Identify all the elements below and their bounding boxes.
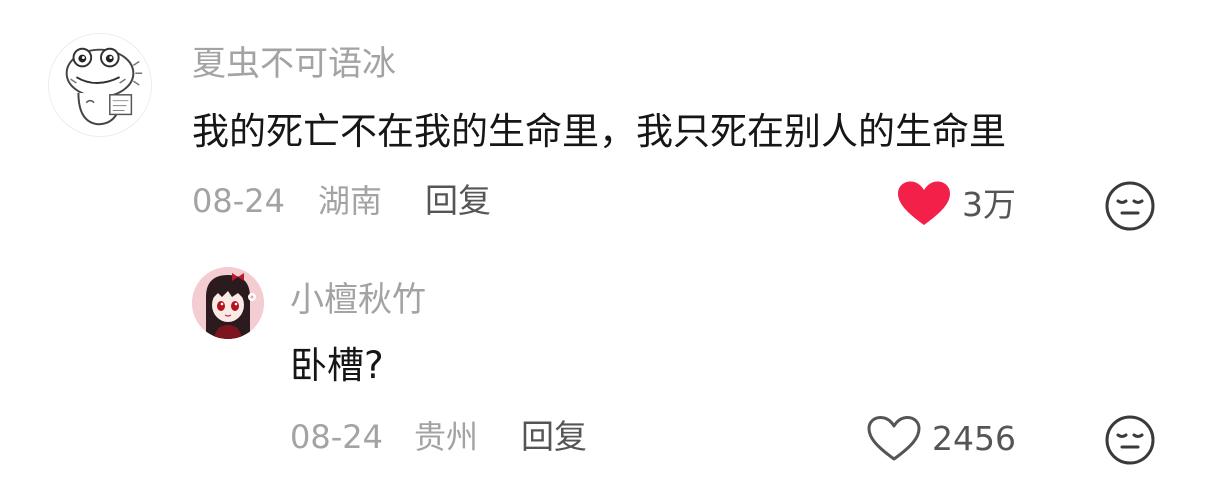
meh-face-icon <box>1105 415 1155 465</box>
avatar[interactable] <box>48 33 152 137</box>
dislike-button[interactable] <box>1104 414 1156 466</box>
username[interactable]: 小檀秋竹 <box>290 280 426 320</box>
reply-button[interactable]: 回复 <box>425 182 491 220</box>
like-button[interactable] <box>896 180 952 228</box>
username[interactable]: 夏虫不可语冰 <box>192 44 396 84</box>
meh-face-icon <box>1105 181 1155 231</box>
comment-text: 我的死亡不在我的生命里，我只死在别人的生命里 <box>192 110 1006 153</box>
like-count: 2456 <box>932 419 1016 458</box>
comment-date: 08-24 <box>290 418 383 456</box>
like-button[interactable] <box>866 415 922 463</box>
heart-filled-icon <box>898 181 950 225</box>
comment-text: 卧槽? <box>290 344 384 387</box>
comment-item: 夏虫不可语冰 我的死亡不在我的生命里，我只死在别人的生命里 08-24 湖南 回… <box>0 0 1205 240</box>
comment-date: 08-24 <box>192 182 285 220</box>
comment-location: 湖南 <box>318 182 383 220</box>
like-count: 3万 <box>962 185 1016 224</box>
heart-outline-icon <box>867 416 921 461</box>
comment-location: 贵州 <box>414 418 479 456</box>
dislike-button[interactable] <box>1104 180 1156 232</box>
reply-button[interactable]: 回复 <box>521 418 587 456</box>
avatar[interactable] <box>192 267 264 339</box>
reply-item: 小檀秋竹 卧槽? 08-24 贵州 回复 2456 <box>0 240 1205 487</box>
